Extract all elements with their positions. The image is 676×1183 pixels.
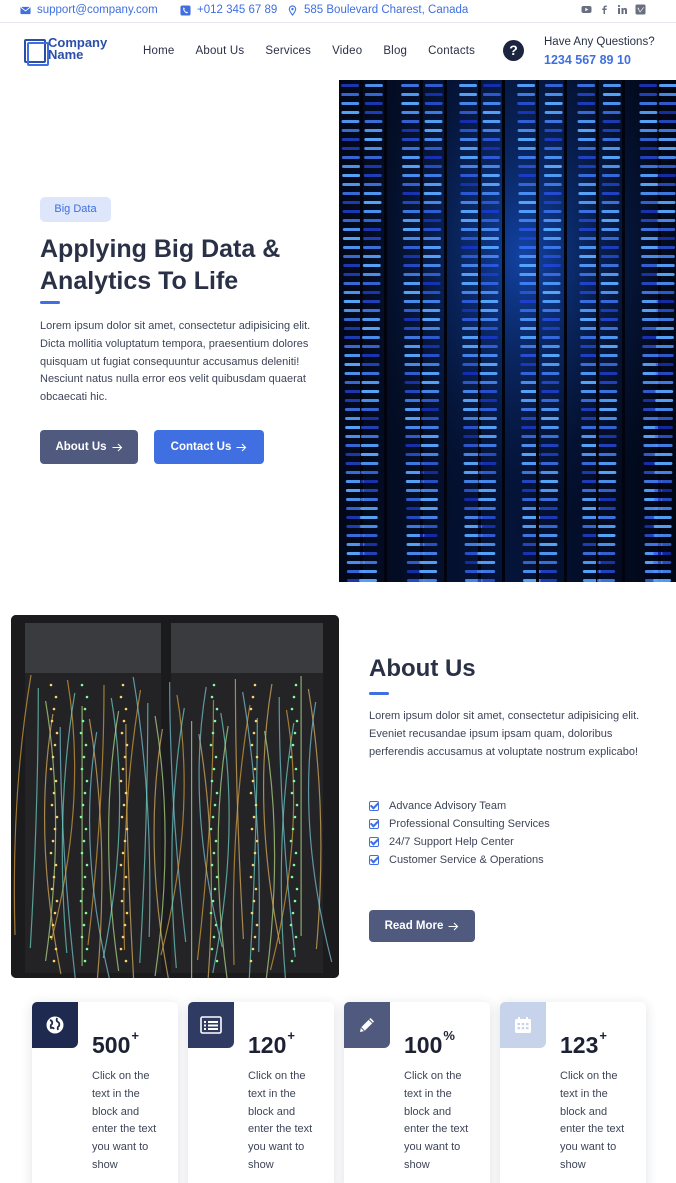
read-more-button[interactable]: Read More: [369, 910, 475, 942]
nav-home[interactable]: Home: [143, 45, 174, 57]
arrow-right-icon: [236, 443, 247, 451]
hero-badge: Big Data: [40, 197, 111, 222]
globe-icon: [46, 1016, 64, 1034]
stat-card: 500+ Click on the text in the block and …: [32, 1002, 178, 1183]
feature-item: Professional Consulting Services: [369, 815, 550, 833]
youtube-icon[interactable]: [581, 4, 592, 15]
contact-us-button[interactable]: Contact Us: [154, 430, 264, 464]
hero-title-line-2: Analytics To Life: [40, 267, 239, 295]
about-title: About Us: [369, 655, 476, 682]
stat-card: 100% Click on the text in the block and …: [344, 1002, 490, 1183]
questions-phone[interactable]: 1234 567 89 10: [544, 53, 631, 67]
stat-description: Click on the text in the block and enter…: [404, 1070, 469, 1171]
stat-value: 100%: [404, 1028, 455, 1059]
feature-item-label: Customer Service & Operations: [389, 854, 544, 866]
topbar-phone[interactable]: +012 345 67 89: [180, 4, 277, 16]
logo-text: Company Name: [48, 36, 107, 62]
map-pin-icon: [288, 4, 297, 16]
feature-item: 24/7 Support Help Center: [369, 833, 550, 851]
phone-icon: [180, 4, 191, 16]
checkbox-icon: [369, 855, 379, 865]
arrow-right-icon: [112, 443, 122, 451]
about-server-rack-image: [11, 615, 339, 978]
stat-suffix: +: [599, 1028, 607, 1044]
stat-card-icon-box: [32, 1002, 78, 1048]
nav-blog[interactable]: Blog: [383, 45, 407, 57]
topbar-address-text: 585 Boulevard Charest, Canada: [304, 4, 469, 16]
read-more-button-label: Read More: [384, 920, 444, 932]
stat-card: 120+ Click on the text in the block and …: [188, 1002, 334, 1183]
hero-title-line-1: Applying Big Data &: [40, 235, 281, 263]
questions-label: Have Any Questions?: [544, 36, 655, 48]
company-logo[interactable]: Company Name: [24, 36, 116, 67]
about-us-button-label: About Us: [55, 441, 107, 453]
stat-number: 120: [248, 1032, 287, 1058]
feature-item: Advance Advisory Team: [369, 797, 550, 815]
topbar-address: 585 Boulevard Charest, Canada: [287, 4, 468, 16]
about-feature-list: Advance Advisory Team Professional Consu…: [369, 797, 550, 869]
server-lights-illustration: [339, 80, 676, 582]
stat-number: 100: [404, 1032, 443, 1058]
checkbox-icon: [369, 819, 379, 829]
stat-suffix: %: [443, 1028, 455, 1044]
about-accent-line: [369, 692, 389, 695]
feature-item-label: 24/7 Support Help Center: [389, 836, 514, 848]
site-header: Company Name Home About Us Services Vide…: [0, 23, 676, 81]
stat-suffix: +: [131, 1028, 139, 1044]
nav-services[interactable]: Services: [265, 45, 311, 57]
linkedin-icon[interactable]: [617, 4, 628, 15]
feature-item-label: Advance Advisory Team: [389, 800, 507, 812]
stat-description: Click on the text in the block and enter…: [248, 1070, 313, 1171]
list-icon: [200, 1016, 222, 1034]
feature-item-label: Professional Consulting Services: [389, 818, 550, 830]
envelope-icon: [20, 6, 31, 14]
stat-card-icon-box: [188, 1002, 234, 1048]
hero-title: Applying Big Data & Analytics To Life: [40, 233, 330, 297]
stat-value: 120+: [248, 1028, 295, 1059]
logo-line-2: Name: [48, 47, 84, 62]
pencil-icon: [360, 1018, 374, 1032]
main-nav: Home About Us Services Video Blog Contac…: [143, 45, 475, 57]
stat-suffix: +: [287, 1028, 295, 1044]
social-links: [581, 4, 646, 15]
stat-value: 123+: [560, 1028, 607, 1059]
vimeo-icon[interactable]: [635, 4, 646, 15]
server-rack-illustration: [11, 615, 339, 978]
checkbox-icon: [369, 801, 379, 811]
nav-about-us[interactable]: About Us: [195, 45, 244, 57]
stat-number: 500: [92, 1032, 131, 1058]
hero-accent-line: [40, 301, 60, 304]
hero-server-image: [339, 80, 676, 582]
arrow-right-icon: [448, 922, 459, 930]
nav-video[interactable]: Video: [332, 45, 362, 57]
stat-description: Click on the text in the block and enter…: [560, 1070, 625, 1171]
facebook-icon[interactable]: [599, 4, 610, 15]
feature-item: Customer Service & Operations: [369, 851, 550, 869]
stat-card: 123+ Click on the text in the block and …: [500, 1002, 646, 1183]
hero-description: Lorem ipsum dolor sit amet, consectetur …: [40, 320, 311, 404]
nav-contacts[interactable]: Contacts: [428, 45, 475, 57]
topbar-email-text: support@company.com: [37, 4, 158, 16]
checkbox-icon: [369, 837, 379, 847]
stat-description: Click on the text in the block and enter…: [92, 1070, 157, 1171]
logo-mark-front: [27, 42, 49, 66]
stat-card-icon-box: [344, 1002, 390, 1048]
stat-number: 123: [560, 1032, 599, 1058]
top-bar: support@company.com +012 345 67 89 585 B…: [0, 0, 676, 23]
about-us-button[interactable]: About Us: [40, 430, 138, 464]
topbar-phone-text: +012 345 67 89: [197, 4, 278, 16]
question-circle-icon: ?: [503, 40, 524, 61]
contact-us-button-label: Contact Us: [170, 441, 232, 453]
stat-card-icon-box: [500, 1002, 546, 1048]
about-description: Lorem ipsum dolor sit amet, consectetur …: [369, 710, 640, 758]
stat-value: 500+: [92, 1028, 139, 1059]
calendar-icon: [515, 1017, 531, 1033]
topbar-email[interactable]: support@company.com: [20, 4, 158, 16]
